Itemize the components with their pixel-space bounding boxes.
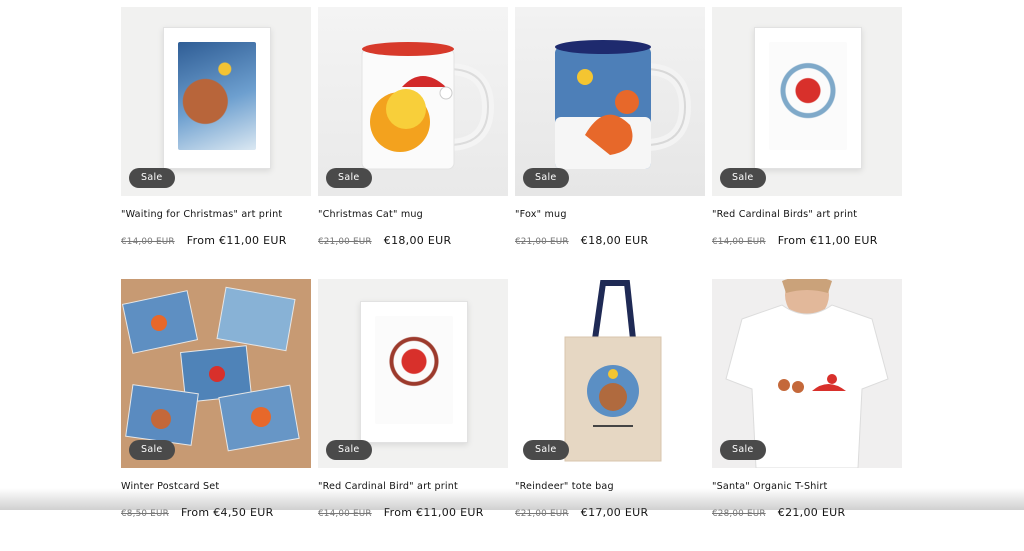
compare-price: €21,00 EUR [515, 237, 569, 247]
sale-price: €18,00 EUR [580, 234, 649, 247]
price-row: €21,00 EUR €18,00 EUR [515, 229, 705, 248]
price-row: €14,00 EUR From €11,00 EUR [712, 229, 902, 248]
compare-price: €14,00 EUR [121, 237, 175, 247]
product-card[interactable]: Sale Winter Postcard Set €8,50 EUR From … [121, 279, 311, 551]
sale-price: From €11,00 EUR [777, 234, 878, 247]
product-title[interactable]: "Christmas Cat" mug [318, 209, 508, 220]
product-card[interactable]: Sale "Red Cardinal Birds" art print €14,… [712, 7, 902, 279]
product-card[interactable]: Sale "Waiting for Christmas" art print €… [121, 7, 311, 279]
product-image[interactable]: Sale [515, 279, 705, 468]
product-grid: Sale "Waiting for Christmas" art print €… [121, 7, 904, 551]
picture-frame [754, 27, 862, 169]
product-image[interactable]: Sale [121, 279, 311, 468]
product-card[interactable]: Sale "Reindeer" tote bag €21,00 EUR €17,… [515, 279, 705, 551]
sale-badge: Sale [326, 440, 372, 460]
product-image[interactable]: Sale [318, 7, 508, 196]
sale-badge: Sale [129, 440, 175, 460]
product-image[interactable]: Sale [318, 279, 508, 468]
sale-badge: Sale [720, 440, 766, 460]
sale-price: €18,00 EUR [383, 234, 452, 247]
compare-price: €21,00 EUR [318, 237, 372, 247]
product-card[interactable]: Sale "Red Cardinal Bird" art print €14,0… [318, 279, 508, 551]
product-title[interactable]: "Red Cardinal Birds" art print [712, 209, 902, 220]
product-card[interactable]: Sale "Santa" Organic T-Shirt €28,00 EUR … [712, 279, 902, 551]
sale-badge: Sale [523, 440, 569, 460]
picture-frame [360, 301, 468, 443]
product-card[interactable]: Sale "Fox" mug €21,00 EUR €18,00 EUR [515, 7, 705, 279]
compare-price: €14,00 EUR [712, 237, 766, 247]
product-title[interactable]: "Fox" mug [515, 209, 705, 220]
compare-price: €21,00 EUR [515, 509, 569, 519]
product-card[interactable]: Sale "Christmas Cat" mug €21,00 EUR €18,… [318, 7, 508, 279]
sale-price: From €11,00 EUR [186, 234, 287, 247]
sale-badge: Sale [129, 168, 175, 188]
product-image[interactable]: Sale [712, 7, 902, 196]
price-row: €21,00 EUR €18,00 EUR [318, 229, 508, 248]
product-image[interactable]: Sale [712, 279, 902, 468]
sale-badge: Sale [720, 168, 766, 188]
compare-price: €28,00 EUR [712, 509, 766, 519]
sale-badge: Sale [326, 168, 372, 188]
bottom-shadow [0, 488, 1024, 510]
price-row: €14,00 EUR From €11,00 EUR [121, 229, 311, 248]
sale-badge: Sale [523, 168, 569, 188]
product-image[interactable]: Sale [515, 7, 705, 196]
compare-price: €8,50 EUR [121, 509, 169, 519]
product-image[interactable]: Sale [121, 7, 311, 196]
compare-price: €14,00 EUR [318, 509, 372, 519]
product-title[interactable]: "Waiting for Christmas" art print [121, 209, 311, 220]
picture-frame [163, 27, 271, 169]
